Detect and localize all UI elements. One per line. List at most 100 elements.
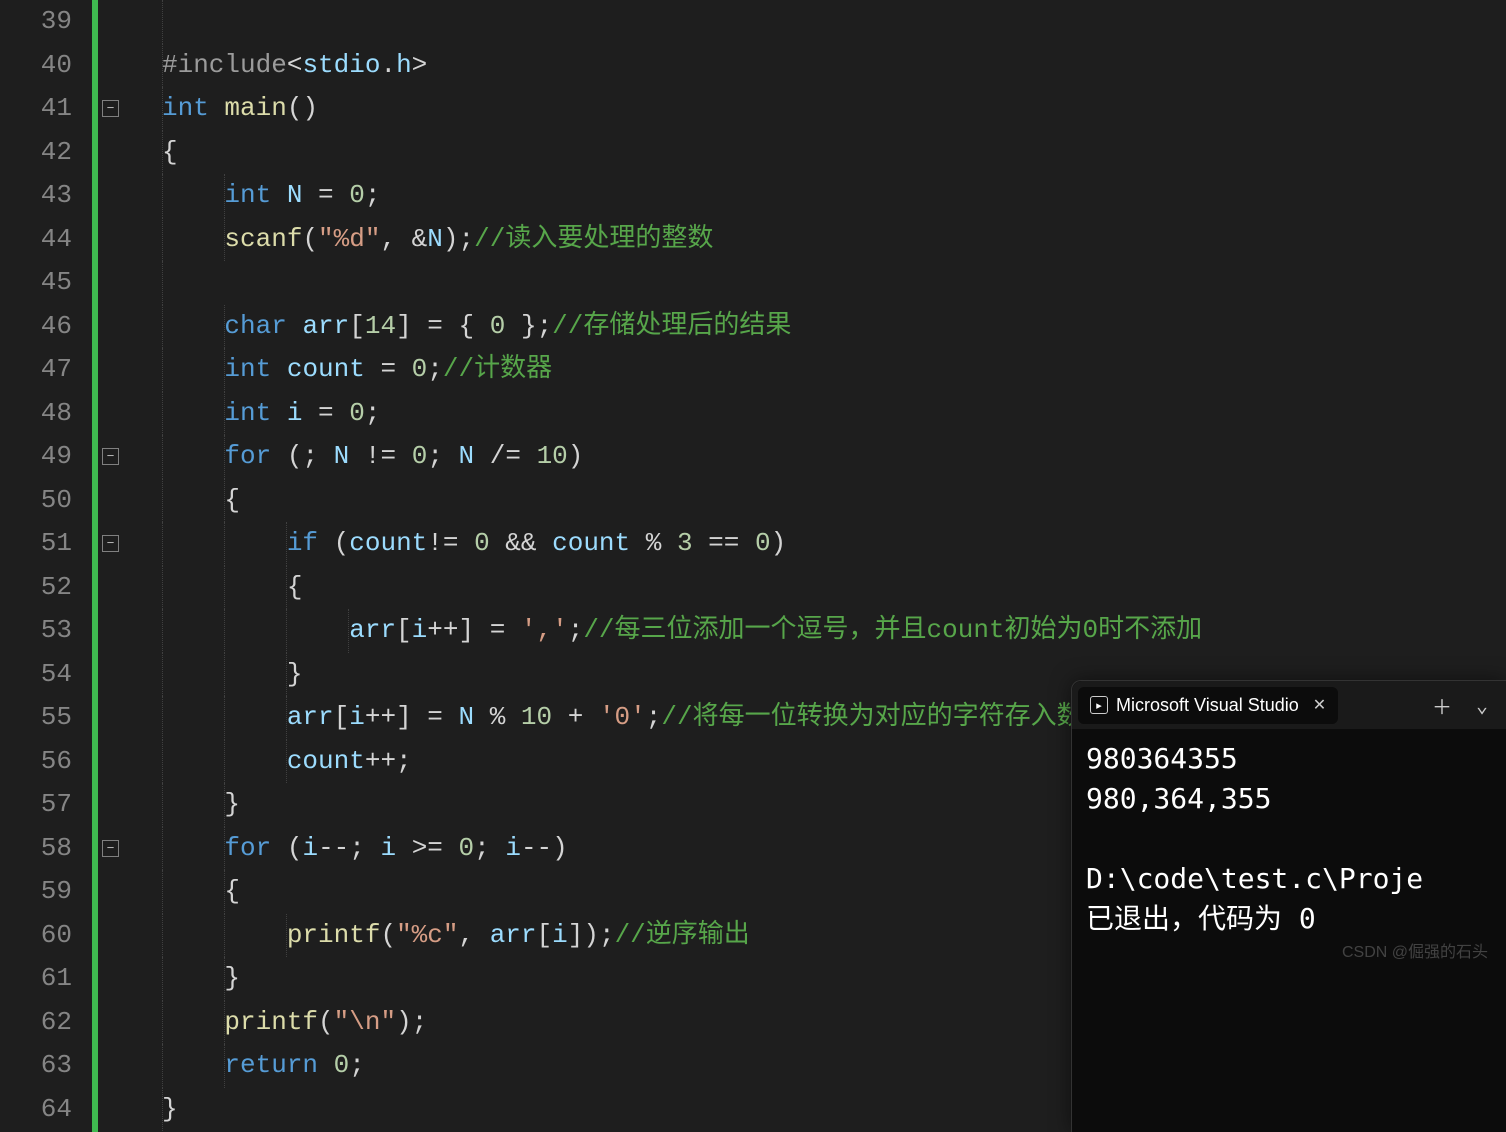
line-number: 49 xyxy=(0,435,72,479)
code-line[interactable]: int i = 0; xyxy=(126,392,1506,436)
token-op: ; xyxy=(568,615,584,645)
indent-guide xyxy=(162,0,163,44)
code-line[interactable]: { xyxy=(126,131,1506,175)
token-op: % xyxy=(630,528,677,558)
indent-guide xyxy=(162,218,163,262)
chevron-down-icon: ⌄ xyxy=(1476,693,1488,717)
indent-guide xyxy=(348,609,349,653)
code-line[interactable]: { xyxy=(126,479,1506,523)
token-op: = xyxy=(412,702,459,732)
token-op: = xyxy=(474,615,521,645)
token-op xyxy=(271,398,287,428)
terminal-window[interactable]: ▸ Microsoft Visual Studio ✕ ＋ ⌄ 98036435… xyxy=(1071,680,1506,1132)
token-fn: printf xyxy=(224,1007,318,1037)
token-num: 0 xyxy=(490,311,506,341)
token-br: { xyxy=(224,876,240,906)
token-op xyxy=(287,311,303,341)
code-line[interactable] xyxy=(126,261,1506,305)
token-fn: main xyxy=(224,93,286,123)
token-br: } xyxy=(224,789,240,819)
token-op: ; xyxy=(365,180,381,210)
indent-guide xyxy=(224,1044,225,1088)
token-kw: int xyxy=(224,180,271,210)
token-str: '0' xyxy=(599,702,646,732)
code-line[interactable] xyxy=(126,0,1506,44)
token-kw: int xyxy=(224,354,271,384)
token-id: N xyxy=(459,702,475,732)
code-line[interactable]: int main() xyxy=(126,87,1506,131)
line-number: 41 xyxy=(0,87,72,131)
token-br: } xyxy=(224,963,240,993)
line-number: 44 xyxy=(0,218,72,262)
terminal-tab[interactable]: ▸ Microsoft Visual Studio ✕ xyxy=(1078,687,1338,724)
code-line[interactable]: if (count!= 0 && count % 3 == 0) xyxy=(126,522,1506,566)
token-kw: for xyxy=(224,441,271,471)
token-num: 0 xyxy=(459,833,475,863)
fold-toggle[interactable]: − xyxy=(102,535,119,552)
code-line[interactable]: for (; N != 0; N /= 10) xyxy=(126,435,1506,479)
line-number: 60 xyxy=(0,914,72,958)
token-num: 0 xyxy=(349,180,365,210)
indent-guide xyxy=(162,1088,163,1132)
indent-guide xyxy=(162,653,163,697)
token-cm: //计数器 xyxy=(443,354,552,384)
indent-guide xyxy=(224,870,225,914)
token-num: 0 xyxy=(412,354,428,384)
close-icon[interactable]: ✕ xyxy=(1313,695,1326,715)
token-br: ) xyxy=(771,528,787,558)
token-op xyxy=(162,1050,224,1080)
fold-toggle[interactable]: − xyxy=(102,840,119,857)
indent-guide xyxy=(224,174,225,218)
token-op xyxy=(162,224,224,254)
fold-toggle[interactable]: − xyxy=(102,100,119,117)
token-id: h xyxy=(396,50,412,80)
token-id: arr xyxy=(490,920,537,950)
code-line[interactable]: { xyxy=(126,566,1506,610)
line-number: 40 xyxy=(0,44,72,88)
token-str: ',' xyxy=(521,615,568,645)
token-num: 14 xyxy=(365,311,396,341)
code-line[interactable]: arr[i++] = ',';//每三位添加一个逗号，并且count初始为0时不… xyxy=(126,609,1506,653)
code-line[interactable]: char arr[14] = { 0 };//存储处理后的结果 xyxy=(126,305,1506,349)
token-cm: //存储处理后的结果 xyxy=(552,311,791,341)
indent-guide xyxy=(162,87,163,131)
token-br: { xyxy=(287,572,303,602)
token-br: } xyxy=(505,311,536,341)
token-br: ) xyxy=(568,441,584,471)
tab-dropdown-button[interactable]: ⌄ xyxy=(1464,687,1500,723)
token-op xyxy=(162,311,224,341)
token-op: ; xyxy=(302,441,333,471)
indent-guide xyxy=(224,696,225,740)
indent-guide xyxy=(286,653,287,697)
token-br: [ xyxy=(349,311,365,341)
token-br: ( xyxy=(380,920,396,950)
token-br: } xyxy=(162,1094,178,1124)
indent-guide xyxy=(224,522,225,566)
token-op: --; xyxy=(318,833,380,863)
new-tab-button[interactable]: ＋ xyxy=(1424,687,1460,723)
code-line[interactable]: int N = 0; xyxy=(126,174,1506,218)
token-br: [ xyxy=(334,702,350,732)
token-op xyxy=(162,354,224,384)
fold-column[interactable]: − − − − xyxy=(98,0,126,1132)
token-br: ( xyxy=(302,224,318,254)
token-op xyxy=(271,180,287,210)
token-num: 0 xyxy=(349,398,365,428)
token-br: } xyxy=(287,659,303,689)
code-line[interactable]: scanf("%d", &N);//读入要处理的整数 xyxy=(126,218,1506,262)
token-op xyxy=(162,615,349,645)
code-line[interactable]: #include<stdio.h> xyxy=(126,44,1506,88)
token-br: ) xyxy=(583,920,599,950)
token-op xyxy=(162,180,224,210)
fold-toggle[interactable]: − xyxy=(102,448,119,465)
code-line[interactable]: int count = 0;//计数器 xyxy=(126,348,1506,392)
line-number: 57 xyxy=(0,783,72,827)
token-op: ; xyxy=(412,1007,428,1037)
token-op xyxy=(162,398,224,428)
terminal-output[interactable]: 980364355 980,364,355 D:\code\test.c\Pro… xyxy=(1072,729,1506,949)
token-br: ( xyxy=(334,528,350,558)
token-op: = xyxy=(302,180,349,210)
token-op: ; xyxy=(537,311,553,341)
indent-guide xyxy=(224,653,225,697)
token-kw: int xyxy=(224,398,271,428)
